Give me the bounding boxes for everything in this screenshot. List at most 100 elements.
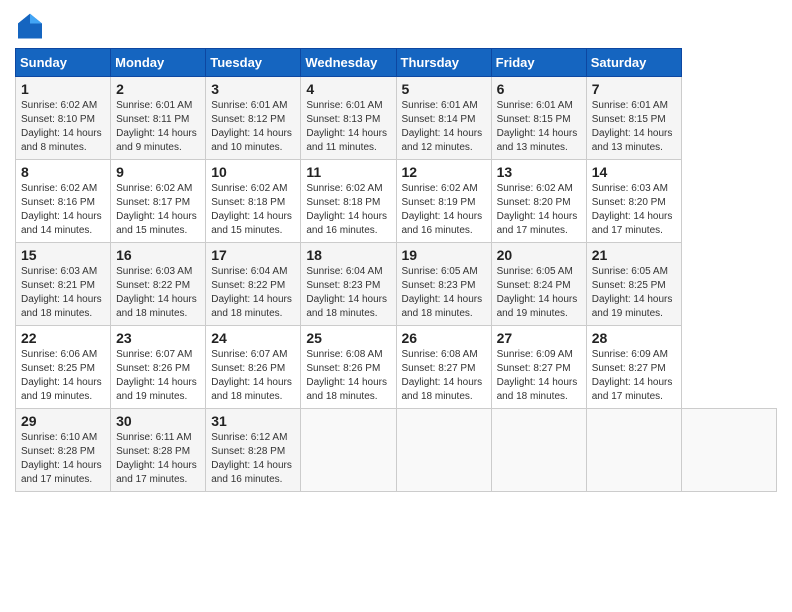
day-info: Sunrise: 6:02 AMSunset: 8:17 PMDaylight:… <box>116 183 197 236</box>
calendar-cell: 9 Sunrise: 6:02 AMSunset: 8:17 PMDaylight… <box>111 160 206 243</box>
calendar-cell: 14 Sunrise: 6:03 AMSunset: 8:20 PMDayligh… <box>586 160 681 243</box>
day-number: 9 <box>116 164 200 180</box>
day-number: 24 <box>211 330 295 346</box>
col-header-tuesday: Tuesday <box>206 49 301 77</box>
day-info: Sunrise: 6:03 AMSunset: 8:20 PMDaylight:… <box>592 183 673 236</box>
calendar-cell: 23Sunrise: 6:07 AMSunset: 8:26 PMDayligh… <box>111 326 206 409</box>
header-row: SundayMondayTuesdayWednesdayThursdayFrid… <box>16 49 777 77</box>
calendar-cell: 11 Sunrise: 6:02 AMSunset: 8:18 PMDayligh… <box>301 160 396 243</box>
day-number: 18 <box>306 247 390 263</box>
day-number: 4 <box>306 81 390 97</box>
week-row: 22 Sunrise: 6:06 AMSunset: 8:25 PMDayligh… <box>16 326 777 409</box>
calendar-cell: 15Sunrise: 6:03 AMSunset: 8:21 PMDayligh… <box>16 243 111 326</box>
calendar-cell: 6Sunrise: 6:01 AMSunset: 8:15 PMDaylight… <box>491 77 586 160</box>
calendar-cell <box>491 409 586 492</box>
calendar-cell: 18 Sunrise: 6:04 AMSunset: 8:23 PMDayligh… <box>301 243 396 326</box>
day-info: Sunrise: 6:02 AMSunset: 8:20 PMDaylight:… <box>497 183 578 236</box>
day-number: 6 <box>497 81 581 97</box>
calendar-cell: 12 Sunrise: 6:02 AMSunset: 8:19 PMDayligh… <box>396 160 491 243</box>
day-number: 26 <box>402 330 486 346</box>
logo-icon <box>15 10 45 40</box>
calendar-cell <box>586 409 681 492</box>
day-info: Sunrise: 6:03 AMSunset: 8:21 PMDaylight:… <box>21 266 102 319</box>
day-number: 22 <box>21 330 105 346</box>
week-row: 29 Sunrise: 6:10 AMSunset: 8:28 PMDayligh… <box>16 409 777 492</box>
calendar-cell <box>396 409 491 492</box>
day-number: 20 <box>497 247 581 263</box>
day-info: Sunrise: 6:05 AMSunset: 8:24 PMDaylight:… <box>497 266 578 319</box>
day-info: Sunrise: 6:02 AMSunset: 8:18 PMDaylight:… <box>306 183 387 236</box>
calendar-cell: 30 Sunrise: 6:11 AMSunset: 8:28 PMDayligh… <box>111 409 206 492</box>
calendar-cell: 20 Sunrise: 6:05 AMSunset: 8:24 PMDayligh… <box>491 243 586 326</box>
day-info: Sunrise: 6:10 AMSunset: 8:28 PMDaylight:… <box>21 432 102 485</box>
col-header-friday: Friday <box>491 49 586 77</box>
day-number: 12 <box>402 164 486 180</box>
calendar-cell: 2Sunrise: 6:01 AMSunset: 8:11 PMDaylight… <box>111 77 206 160</box>
calendar-cell: 19 Sunrise: 6:05 AMSunset: 8:23 PMDayligh… <box>396 243 491 326</box>
day-number: 7 <box>592 81 676 97</box>
calendar-cell: 3 Sunrise: 6:01 AMSunset: 8:12 PMDaylight… <box>206 77 301 160</box>
calendar-cell: 16Sunrise: 6:03 AMSunset: 8:22 PMDayligh… <box>111 243 206 326</box>
day-number: 25 <box>306 330 390 346</box>
calendar-cell <box>681 409 776 492</box>
calendar-cell: 27 Sunrise: 6:09 AMSunset: 8:27 PMDayligh… <box>491 326 586 409</box>
header <box>15 10 777 40</box>
calendar-cell: 1Sunrise: 6:02 AMSunset: 8:10 PMDaylight… <box>16 77 111 160</box>
day-number: 21 <box>592 247 676 263</box>
calendar-cell <box>301 409 396 492</box>
day-info: Sunrise: 6:04 AMSunset: 8:22 PMDaylight:… <box>211 266 292 319</box>
day-number: 19 <box>402 247 486 263</box>
day-info: Sunrise: 6:01 AMSunset: 8:12 PMDaylight:… <box>211 100 292 153</box>
day-info: Sunrise: 6:02 AMSunset: 8:18 PMDaylight:… <box>211 183 292 236</box>
day-info: Sunrise: 6:11 AMSunset: 8:28 PMDaylight:… <box>116 432 197 485</box>
calendar-cell: 8 Sunrise: 6:02 AMSunset: 8:16 PMDaylight… <box>16 160 111 243</box>
day-info: Sunrise: 6:01 AMSunset: 8:15 PMDaylight:… <box>592 100 673 153</box>
day-number: 14 <box>592 164 676 180</box>
day-info: Sunrise: 6:12 AMSunset: 8:28 PMDaylight:… <box>211 432 292 485</box>
calendar-cell: 7 Sunrise: 6:01 AMSunset: 8:15 PMDaylight… <box>586 77 681 160</box>
calendar-cell: 28Sunrise: 6:09 AMSunset: 8:27 PMDayligh… <box>586 326 681 409</box>
week-row: 15Sunrise: 6:03 AMSunset: 8:21 PMDayligh… <box>16 243 777 326</box>
day-number: 27 <box>497 330 581 346</box>
calendar-cell: 5Sunrise: 6:01 AMSunset: 8:14 PMDaylight… <box>396 77 491 160</box>
day-info: Sunrise: 6:01 AMSunset: 8:11 PMDaylight:… <box>116 100 197 153</box>
calendar-cell: 24 Sunrise: 6:07 AMSunset: 8:26 PMDayligh… <box>206 326 301 409</box>
day-number: 29 <box>21 413 105 429</box>
calendar-cell: 4 Sunrise: 6:01 AMSunset: 8:13 PMDaylight… <box>301 77 396 160</box>
col-header-saturday: Saturday <box>586 49 681 77</box>
day-info: Sunrise: 6:06 AMSunset: 8:25 PMDaylight:… <box>21 349 102 402</box>
day-info: Sunrise: 6:08 AMSunset: 8:26 PMDaylight:… <box>306 349 387 402</box>
day-info: Sunrise: 6:04 AMSunset: 8:23 PMDaylight:… <box>306 266 387 319</box>
day-number: 11 <box>306 164 390 180</box>
day-info: Sunrise: 6:01 AMSunset: 8:14 PMDaylight:… <box>402 100 483 153</box>
day-info: Sunrise: 6:07 AMSunset: 8:26 PMDaylight:… <box>116 349 197 402</box>
day-number: 13 <box>497 164 581 180</box>
calendar-cell: 25 Sunrise: 6:08 AMSunset: 8:26 PMDayligh… <box>301 326 396 409</box>
calendar-cell: 17 Sunrise: 6:04 AMSunset: 8:22 PMDayligh… <box>206 243 301 326</box>
day-number: 16 <box>116 247 200 263</box>
calendar-cell: 29 Sunrise: 6:10 AMSunset: 8:28 PMDayligh… <box>16 409 111 492</box>
day-info: Sunrise: 6:09 AMSunset: 8:27 PMDaylight:… <box>497 349 578 402</box>
day-info: Sunrise: 6:02 AMSunset: 8:16 PMDaylight:… <box>21 183 102 236</box>
day-info: Sunrise: 6:05 AMSunset: 8:23 PMDaylight:… <box>402 266 483 319</box>
week-row: 1Sunrise: 6:02 AMSunset: 8:10 PMDaylight… <box>16 77 777 160</box>
day-info: Sunrise: 6:02 AMSunset: 8:19 PMDaylight:… <box>402 183 483 236</box>
calendar-cell: 10Sunrise: 6:02 AMSunset: 8:18 PMDayligh… <box>206 160 301 243</box>
col-header-wednesday: Wednesday <box>301 49 396 77</box>
calendar-cell: 31 Sunrise: 6:12 AMSunset: 8:28 PMDayligh… <box>206 409 301 492</box>
col-header-sunday: Sunday <box>16 49 111 77</box>
day-number: 3 <box>211 81 295 97</box>
calendar-cell: 22 Sunrise: 6:06 AMSunset: 8:25 PMDayligh… <box>16 326 111 409</box>
day-info: Sunrise: 6:07 AMSunset: 8:26 PMDaylight:… <box>211 349 292 402</box>
calendar-cell: 13 Sunrise: 6:02 AMSunset: 8:20 PMDayligh… <box>491 160 586 243</box>
day-number: 31 <box>211 413 295 429</box>
day-number: 17 <box>211 247 295 263</box>
week-row: 8 Sunrise: 6:02 AMSunset: 8:16 PMDaylight… <box>16 160 777 243</box>
day-info: Sunrise: 6:02 AMSunset: 8:10 PMDaylight:… <box>21 100 102 153</box>
day-info: Sunrise: 6:09 AMSunset: 8:27 PMDaylight:… <box>592 349 673 402</box>
day-number: 30 <box>116 413 200 429</box>
col-header-thursday: Thursday <box>396 49 491 77</box>
day-info: Sunrise: 6:01 AMSunset: 8:13 PMDaylight:… <box>306 100 387 153</box>
calendar-table: SundayMondayTuesdayWednesdayThursdayFrid… <box>15 48 777 492</box>
day-number: 8 <box>21 164 105 180</box>
